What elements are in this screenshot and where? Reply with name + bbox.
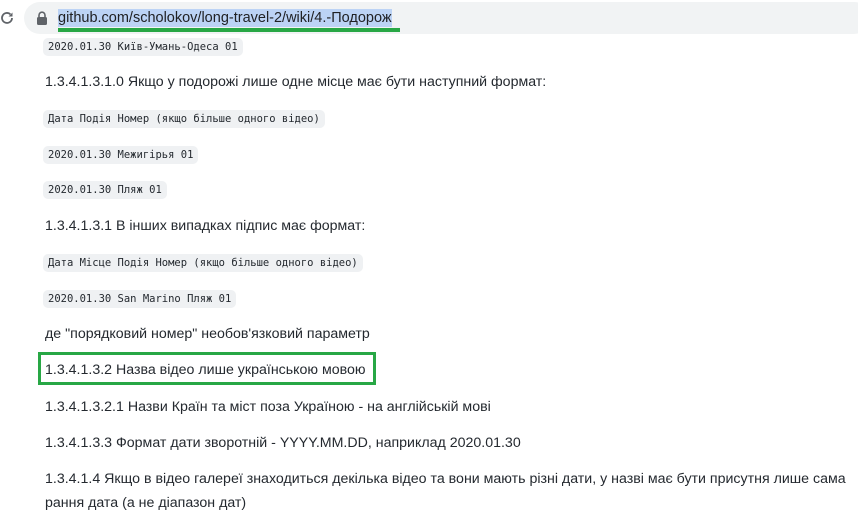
rule-1-3-4-1-3-3: 1.3.4.1.3.3 Формат дати зворотній - YYYY…: [45, 435, 521, 451]
rule-1-3-4-1-3-1: 1.3.4.1.3.1 В інших випадках підпис має …: [45, 218, 366, 234]
reload-icon: [1, 12, 13, 24]
code-example-2: 2020.01.30 Межигірья 01: [43, 146, 199, 164]
url-highlight-underline: [58, 28, 400, 32]
code-example-1: 2020.01.30 Київ-Умань-Одеса 01: [43, 38, 243, 56]
lock-icon: [37, 11, 47, 25]
rule-1-3-4-1-3-2: 1.3.4.1.3.2 Назва відео лише українською…: [45, 362, 366, 378]
url-selection: github.com/scholokov/long-travel-2/wiki/…: [58, 9, 392, 27]
code-format-2: Дата Місце Подія Номер (якщо більше одно…: [43, 254, 363, 272]
browser-toolbar: github.com/scholokov/long-travel-2/wiki/…: [0, 0, 858, 36]
url-text[interactable]: github.com/scholokov/long-travel-2/wiki/…: [58, 7, 392, 29]
rule-1-3-4-1-4: 1.3.4.1.4 Якщо в відео галереї знаходить…: [45, 471, 846, 511]
code-example-4: 2020.01.30 San Marino Пляж 01: [43, 290, 237, 308]
note-optional-number: де "порядковий номер" необов'язковий пар…: [45, 326, 370, 342]
code-example-3: 2020.01.30 Пляж 01: [43, 181, 167, 199]
code-format-1: Дата Подія Номер (якщо більше одного від…: [43, 110, 325, 128]
rule-1-3-4-1-3-2-1: 1.3.4.1.3.2.1 Назви Країн та міст поза У…: [45, 399, 491, 415]
rule-1-3-4-1-3-1-0: 1.3.4.1.3.1.0 Якщо у подорожі лише одне …: [45, 74, 547, 90]
reload-button[interactable]: [0, 6, 18, 30]
